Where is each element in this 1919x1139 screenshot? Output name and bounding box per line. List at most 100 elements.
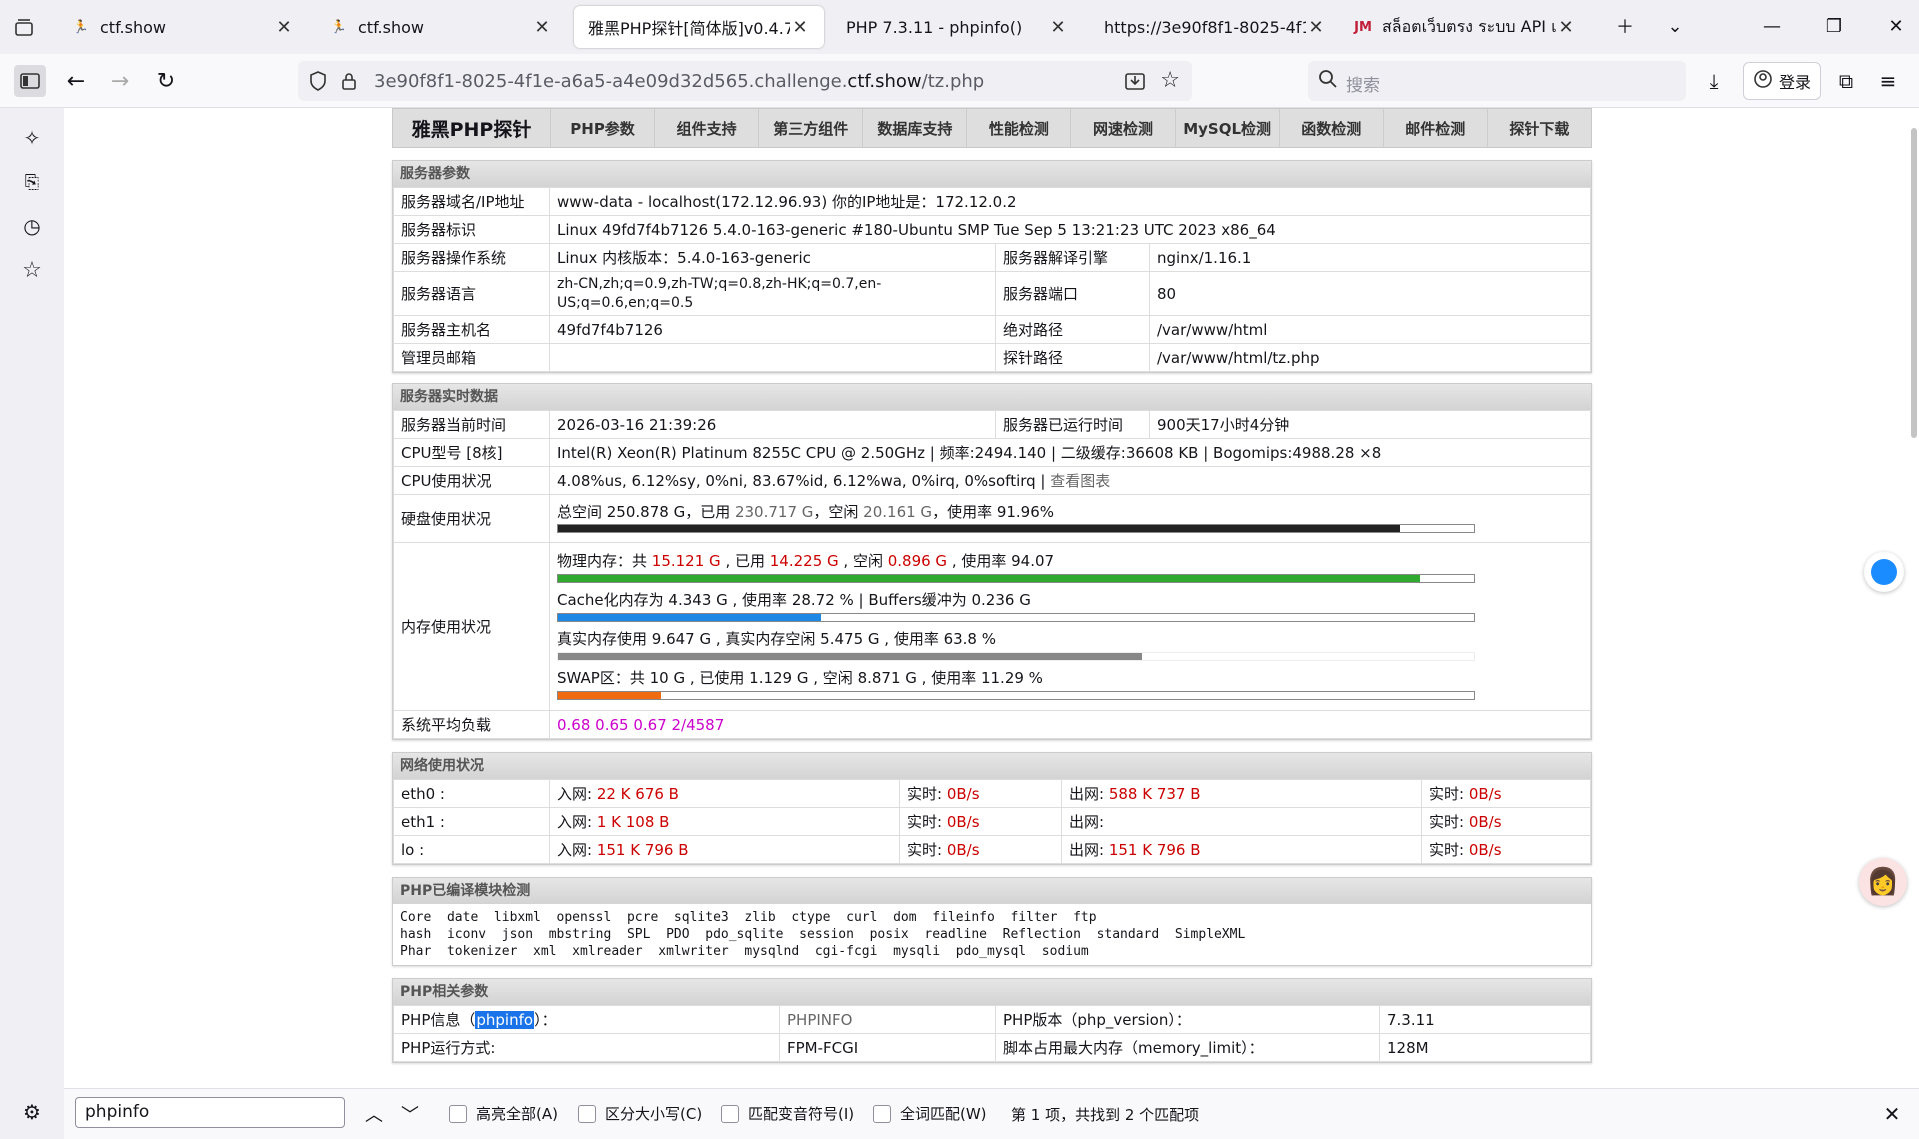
- runner-icon: 🏃: [330, 19, 348, 35]
- bookmark-star-icon[interactable]: ☆: [1160, 68, 1180, 93]
- save-page-icon[interactable]: [1124, 70, 1146, 96]
- search-icon: [1318, 69, 1338, 94]
- extensions-icon[interactable]: ⧉: [1830, 65, 1862, 97]
- window-close-icon[interactable]: ✕: [1871, 8, 1919, 44]
- tab-2[interactable]: 雅黑PHP探针[简体版]v0.4.7 ✕: [574, 6, 824, 48]
- tab-4[interactable]: https://3e90f8f1-8025-4f1e-a✕: [1090, 6, 1340, 48]
- url-text[interactable]: 3e90f8f1-8025-4f1e-a6a5-a4e09d32d565.cha…: [374, 71, 984, 92]
- view-chart-link[interactable]: 查看图表: [1050, 472, 1110, 490]
- new-tab-icon[interactable]: ＋: [1600, 8, 1650, 44]
- minimize-icon[interactable]: —: [1747, 8, 1797, 44]
- phpinfo-link[interactable]: phpinfo: [475, 1011, 535, 1029]
- find-bar: phpinfo ︿ ﹀ 高亮全部(A) 区分大小写(C) 匹配变音符号(I) 全…: [64, 1088, 1919, 1139]
- network-section: 网络使用状况 eth0 : 入网: 22 K 676 B 实时: 0B/s 出网…: [392, 752, 1592, 865]
- runner-icon: 🏃: [72, 19, 90, 35]
- chevron-down-icon[interactable]: ⌄: [1650, 8, 1700, 44]
- tab-3[interactable]: PHP 7.3.11 - phpinfo() ✕: [832, 6, 1082, 48]
- tab-0[interactable]: 🏃 ctf.show ✕: [58, 6, 308, 48]
- realtime-section: 服务器实时数据 服务器当前时间 2026-03-16 21:39:26 服务器已运行…: [392, 383, 1592, 740]
- menu-third-party[interactable]: 第三方组件: [759, 109, 864, 147]
- close-icon[interactable]: ✕: [1048, 17, 1068, 38]
- floating-chat-icon[interactable]: [1864, 552, 1904, 592]
- restore-icon[interactable]: ❐: [1809, 8, 1859, 44]
- search-placeholder: 搜索: [1346, 76, 1380, 96]
- find-input[interactable]: phpinfo: [75, 1097, 345, 1128]
- close-icon[interactable]: ✕: [1306, 17, 1326, 38]
- probe-brand[interactable]: 雅黑PHP探针: [393, 109, 551, 147]
- network-table: eth0 : 入网: 22 K 676 B 实时: 0B/s 出网: 588 K…: [393, 779, 1591, 864]
- login-button[interactable]: 登录: [1743, 62, 1821, 100]
- whole-words-checkbox[interactable]: 全词匹配(W): [873, 1103, 987, 1124]
- swap-bar: [557, 690, 1475, 700]
- menu-performance[interactable]: 性能检测: [967, 109, 1072, 147]
- usage-bar-fill: [558, 524, 1401, 532]
- close-icon[interactable]: ✕: [790, 17, 810, 38]
- close-icon[interactable]: ✕: [274, 17, 294, 38]
- physical-memory-bar: [557, 573, 1475, 583]
- probe-page: 雅黑PHP探针 PHP参数 组件支持 第三方组件 数据库支持 性能检测 网速检测…: [392, 108, 1592, 1063]
- usage-bar-fill: [558, 691, 662, 699]
- memory-usage-cell: 物理内存：共 15.121 G , 已用 14.225 G , 空闲 0.896…: [549, 542, 1591, 711]
- find-result-text: 第 1 项，共找到 2 个匹配项: [1011, 1106, 1200, 1124]
- settings-gear-icon[interactable]: ⚙: [16, 1096, 48, 1128]
- find-next-icon[interactable]: ﹀: [394, 1098, 426, 1130]
- forward-icon[interactable]: →: [104, 65, 136, 97]
- search-bar[interactable]: 搜索: [1308, 61, 1686, 101]
- menu-download[interactable]: 探针下载: [1488, 109, 1591, 147]
- reload-icon[interactable]: ↻: [150, 65, 182, 97]
- realtime-table: 服务器当前时间 2026-03-16 21:39:26 服务器已运行时间 900天17…: [393, 410, 1591, 739]
- server-params-section: 服务器参数 服务器域名/IP地址 www-data - localhost(172…: [392, 160, 1592, 373]
- network-row-eth1: eth1 : 入网: 1 K 108 B 实时: 0B/s 出网: 实时: 0B…: [393, 807, 1591, 836]
- close-icon[interactable]: ✕: [532, 17, 552, 38]
- ai-sparkle-icon[interactable]: ✧: [16, 122, 48, 154]
- close-icon[interactable]: ✕: [1556, 17, 1576, 38]
- find-previous-icon[interactable]: ︿: [358, 1098, 390, 1130]
- section-title: 服务器实时数据: [393, 384, 1591, 410]
- disk-usage-cell: 总空间 250.878 G，已用 230.717 G，空闲 20.161 G，使…: [549, 494, 1591, 543]
- menu-speed[interactable]: 网速检测: [1071, 109, 1176, 147]
- shield-icon[interactable]: [308, 70, 328, 96]
- real-memory-bar: [557, 651, 1475, 661]
- page-content: 雅黑PHP探针 PHP参数 组件支持 第三方组件 数据库支持 性能检测 网速检测…: [64, 108, 1919, 1088]
- assistant-avatar-icon[interactable]: 👩: [1859, 858, 1907, 906]
- menu-components[interactable]: 组件支持: [655, 109, 760, 147]
- server-params-table: 服务器域名/IP地址 www-data - localhost(172.12.96…: [393, 187, 1591, 372]
- menu-mysql[interactable]: MySQL检测: [1176, 109, 1280, 147]
- usage-bar-fill: [558, 613, 822, 621]
- usage-bar-fill: [558, 574, 1420, 582]
- menu-icon[interactable]: ≡: [1872, 65, 1904, 97]
- match-diacritics-checkbox[interactable]: 匹配变音符号(I): [721, 1103, 854, 1124]
- modules-section: PHP已编译模块检测 Core date libxml openssl pcre…: [392, 877, 1592, 966]
- download-icon[interactable]: ⤓: [1698, 65, 1730, 97]
- back-icon[interactable]: ←: [60, 65, 92, 97]
- highlight-all-checkbox[interactable]: 高亮全部(A): [449, 1103, 558, 1124]
- cache-memory-bar: [557, 612, 1475, 622]
- bookmarks-star-icon[interactable]: ☆: [16, 254, 48, 286]
- url-bar[interactable]: 3e90f8f1-8025-4f1e-a6a5-a4e09d32d565.cha…: [298, 61, 1192, 101]
- match-case-checkbox[interactable]: 区分大小写(C): [578, 1103, 702, 1124]
- history-icon[interactable]: ◷: [16, 210, 48, 242]
- jm-favicon-icon: JM: [1354, 19, 1372, 35]
- menu-mail[interactable]: 邮件检测: [1384, 109, 1488, 147]
- modules-list: Core date libxml openssl pcre sqlite3 zl…: [393, 904, 1591, 965]
- scrollbar[interactable]: [1909, 118, 1919, 438]
- tab-5[interactable]: JMสล็อตเว็บตรง ระบบ API แท้ เว็✕: [1340, 6, 1590, 48]
- synced-tabs-icon[interactable]: ⎘: [16, 166, 48, 198]
- tab-1[interactable]: 🏃 ctf.show ✕: [316, 6, 566, 48]
- disk-usage-bar: [557, 523, 1475, 533]
- php-params-table: PHP信息（phpinfo）： PHPINFO PHP版本（php_version）…: [393, 1005, 1591, 1062]
- find-close-icon[interactable]: ✕: [1876, 1098, 1908, 1130]
- tab-bar: 🏃 ctf.show ✕ 🏃 ctf.show ✕ 雅黑PHP探针[简体版]v0.4.7…: [0, 0, 1919, 54]
- section-title: 服务器参数: [393, 161, 1591, 187]
- menu-php-params[interactable]: PHP参数: [551, 109, 656, 147]
- php-params-section: PHP相关参数 PHP信息（phpinfo）： PHPINFO PHP版本（php_…: [392, 978, 1592, 1063]
- section-title: PHP已编译模块检测: [393, 878, 1591, 904]
- sidebar-toggle-icon[interactable]: [14, 65, 46, 97]
- usage-bar-fill: [558, 652, 1143, 660]
- menu-functions[interactable]: 函数检测: [1280, 109, 1384, 147]
- menu-database[interactable]: 数据库支持: [863, 109, 968, 147]
- section-title: 网络使用状况: [393, 753, 1591, 779]
- scrollbar-thumb[interactable]: [1911, 128, 1917, 438]
- lock-icon[interactable]: [340, 70, 358, 96]
- tab-list-icon[interactable]: [8, 12, 40, 44]
